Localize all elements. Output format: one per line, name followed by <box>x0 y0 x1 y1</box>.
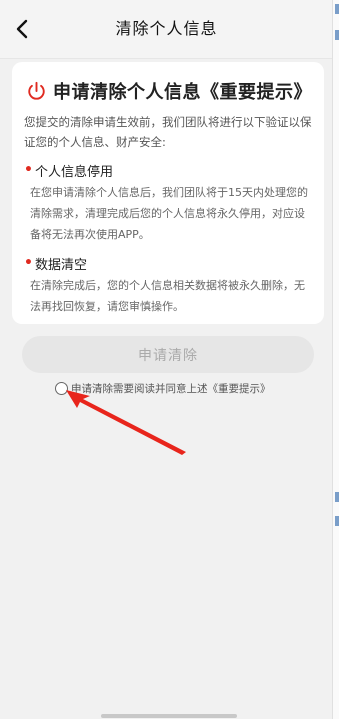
apply-clear-button[interactable]: 申请清除 <box>22 336 314 373</box>
item-heading-clear-data: • 数据清空 <box>24 253 312 273</box>
item-desc-deactivate: 在您申请清除个人信息后，我们团队将于15天内处理您的清除需求，清理完成后您的个人… <box>30 186 308 241</box>
card-title: 申请清除个人信息《重要提示》 <box>53 82 312 103</box>
right-edge-strip <box>332 0 339 719</box>
power-icon <box>28 81 45 100</box>
edge-mark <box>335 516 339 526</box>
item-heading-deactivate: • 个人信息停用 <box>24 160 312 180</box>
item-heading-text: 数据清空 <box>34 257 87 273</box>
home-indicator <box>101 714 237 718</box>
edge-mark <box>335 4 339 14</box>
red-arrow-icon <box>66 390 186 455</box>
header-bar: 清除个人信息 <box>0 0 333 59</box>
card-intro: 您提交的清除申请生效前，我们团队将进行以下验证以保证您的个人信息、财产安全: <box>24 115 312 149</box>
bullet-dot-icon: • <box>24 255 33 271</box>
bullet-dot-icon: • <box>24 162 33 178</box>
screen: 清除个人信息 申请清除个人信息《重要提示》 您提交的清除申请生效前，我们团队将进… <box>0 0 339 719</box>
edge-mark <box>335 30 339 40</box>
page-title: 清除个人信息 <box>115 19 218 38</box>
important-notice-card: 申请清除个人信息《重要提示》 您提交的清除申请生效前，我们团队将进行以下验证以保… <box>12 62 324 324</box>
edge-mark <box>335 492 339 502</box>
card-title-row: 申请清除个人信息《重要提示》 <box>24 76 312 106</box>
item-heading-text: 个人信息停用 <box>34 164 113 180</box>
item-desc-clear-data: 在清除完成后，您的个人信息相关数据将被永久删除，无法再找回恢复，请您审慎操作。 <box>30 279 305 313</box>
